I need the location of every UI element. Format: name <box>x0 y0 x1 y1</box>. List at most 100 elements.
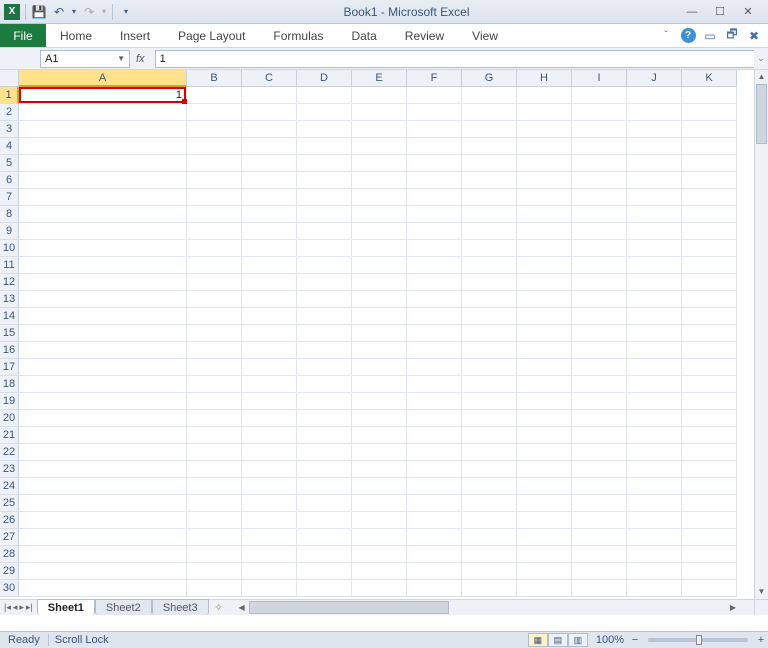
fx-icon[interactable]: fx <box>136 53 145 65</box>
cell-E1[interactable] <box>352 87 407 104</box>
cell-A24[interactable] <box>19 478 187 495</box>
cell-K8[interactable] <box>682 206 737 223</box>
cell-D9[interactable] <box>297 223 352 240</box>
row-header-19[interactable]: 19 <box>0 393 19 410</box>
row-header-24[interactable]: 24 <box>0 478 19 495</box>
cell-K24[interactable] <box>682 478 737 495</box>
cell-B30[interactable] <box>187 580 242 597</box>
cell-J20[interactable] <box>627 410 682 427</box>
new-sheet-button[interactable]: ✧ <box>209 600 229 615</box>
cell-J28[interactable] <box>627 546 682 563</box>
cell-E20[interactable] <box>352 410 407 427</box>
cell-C4[interactable] <box>242 138 297 155</box>
cell-C24[interactable] <box>242 478 297 495</box>
cell-G1[interactable] <box>462 87 517 104</box>
cell-I9[interactable] <box>572 223 627 240</box>
cell-E27[interactable] <box>352 529 407 546</box>
cell-C1[interactable] <box>242 87 297 104</box>
cell-E29[interactable] <box>352 563 407 580</box>
cell-area[interactable] <box>19 87 754 599</box>
sheet-first-icon[interactable]: |◂ <box>4 602 11 613</box>
cell-H12[interactable] <box>517 274 572 291</box>
cell-G22[interactable] <box>462 444 517 461</box>
column-header-A[interactable]: A <box>19 70 187 87</box>
cell-D8[interactable] <box>297 206 352 223</box>
cell-I21[interactable] <box>572 427 627 444</box>
row-header-28[interactable]: 28 <box>0 546 19 563</box>
cell-A9[interactable] <box>19 223 187 240</box>
cell-A11[interactable] <box>19 257 187 274</box>
cell-H30[interactable] <box>517 580 572 597</box>
cell-J10[interactable] <box>627 240 682 257</box>
cell-B28[interactable] <box>187 546 242 563</box>
cell-B20[interactable] <box>187 410 242 427</box>
cell-D6[interactable] <box>297 172 352 189</box>
cell-E10[interactable] <box>352 240 407 257</box>
cell-F19[interactable] <box>407 393 462 410</box>
cell-K21[interactable] <box>682 427 737 444</box>
cell-G20[interactable] <box>462 410 517 427</box>
cell-B4[interactable] <box>187 138 242 155</box>
row-header-2[interactable]: 2 <box>0 104 19 121</box>
cell-I25[interactable] <box>572 495 627 512</box>
cell-I3[interactable] <box>572 121 627 138</box>
cell-K28[interactable] <box>682 546 737 563</box>
cell-E17[interactable] <box>352 359 407 376</box>
cell-J4[interactable] <box>627 138 682 155</box>
cell-C13[interactable] <box>242 291 297 308</box>
cell-G27[interactable] <box>462 529 517 546</box>
cell-B24[interactable] <box>187 478 242 495</box>
cell-B27[interactable] <box>187 529 242 546</box>
cell-F21[interactable] <box>407 427 462 444</box>
cell-B2[interactable] <box>187 104 242 121</box>
cell-A10[interactable] <box>19 240 187 257</box>
cell-C29[interactable] <box>242 563 297 580</box>
column-header-J[interactable]: J <box>627 70 682 87</box>
zoom-slider[interactable] <box>648 638 748 642</box>
cell-B29[interactable] <box>187 563 242 580</box>
row-header-29[interactable]: 29 <box>0 563 19 580</box>
row-header-9[interactable]: 9 <box>0 223 19 240</box>
cell-J3[interactable] <box>627 121 682 138</box>
cell-K16[interactable] <box>682 342 737 359</box>
row-header-12[interactable]: 12 <box>0 274 19 291</box>
cell-A8[interactable] <box>19 206 187 223</box>
cell-K30[interactable] <box>682 580 737 597</box>
cell-A4[interactable] <box>19 138 187 155</box>
cell-E30[interactable] <box>352 580 407 597</box>
zoom-level[interactable]: 100% <box>592 634 628 646</box>
cell-C10[interactable] <box>242 240 297 257</box>
sheet-tab-sheet2[interactable]: Sheet2 <box>95 599 152 615</box>
cell-K19[interactable] <box>682 393 737 410</box>
cell-K7[interactable] <box>682 189 737 206</box>
cell-F7[interactable] <box>407 189 462 206</box>
cell-K2[interactable] <box>682 104 737 121</box>
cell-I17[interactable] <box>572 359 627 376</box>
cell-H5[interactable] <box>517 155 572 172</box>
cell-D30[interactable] <box>297 580 352 597</box>
scroll-left-icon[interactable]: ◀ <box>235 600 249 616</box>
cell-B18[interactable] <box>187 376 242 393</box>
cell-G28[interactable] <box>462 546 517 563</box>
cell-I29[interactable] <box>572 563 627 580</box>
cell-I4[interactable] <box>572 138 627 155</box>
cell-H13[interactable] <box>517 291 572 308</box>
cell-E7[interactable] <box>352 189 407 206</box>
cell-B21[interactable] <box>187 427 242 444</box>
cell-I2[interactable] <box>572 104 627 121</box>
sheet-tab-sheet1[interactable]: Sheet1 <box>37 599 95 615</box>
cell-J25[interactable] <box>627 495 682 512</box>
cell-J24[interactable] <box>627 478 682 495</box>
select-all-button[interactable] <box>0 70 19 87</box>
cell-I11[interactable] <box>572 257 627 274</box>
cell-K9[interactable] <box>682 223 737 240</box>
row-header-13[interactable]: 13 <box>0 291 19 308</box>
cell-F14[interactable] <box>407 308 462 325</box>
cell-J6[interactable] <box>627 172 682 189</box>
row-header-27[interactable]: 27 <box>0 529 19 546</box>
page-layout-view-button[interactable]: ▤ <box>548 633 568 647</box>
vscroll-thumb[interactable] <box>756 84 767 144</box>
cell-E8[interactable] <box>352 206 407 223</box>
cell-D18[interactable] <box>297 376 352 393</box>
qat-customize-icon[interactable]: ▾ <box>117 3 135 21</box>
